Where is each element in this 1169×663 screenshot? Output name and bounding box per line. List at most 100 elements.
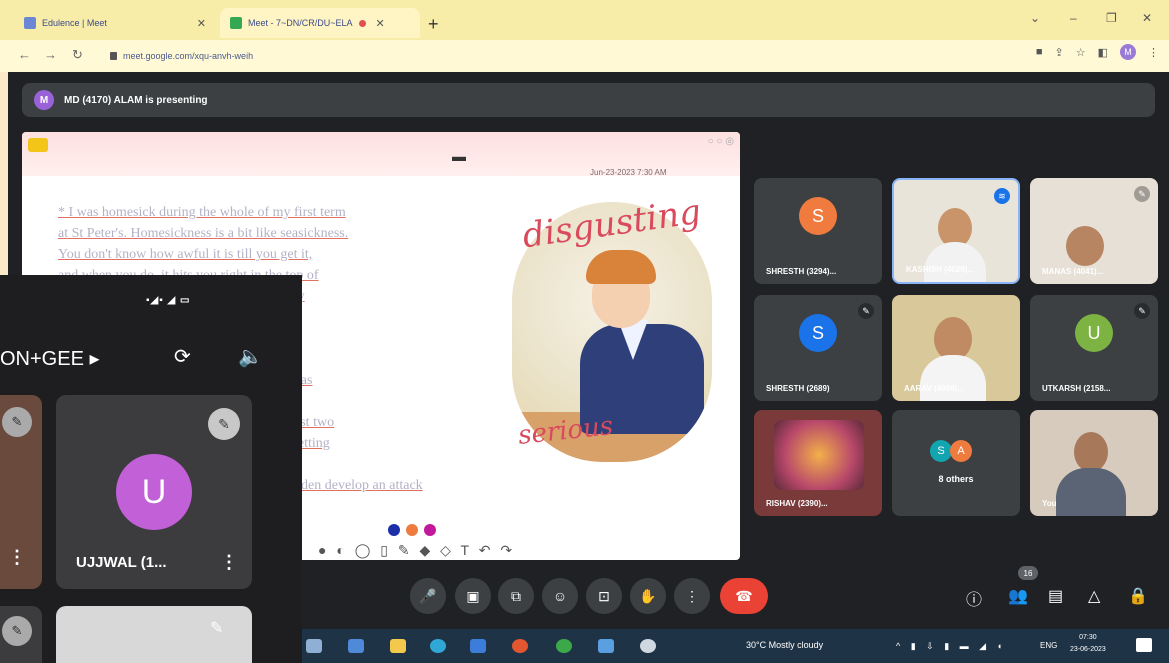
task-view-icon[interactable] [306, 639, 322, 653]
switch-camera-icon[interactable]: ⟳ [174, 344, 191, 369]
participant-tile[interactable]: ✎ MANAS (4041)... [1030, 178, 1158, 284]
input-language[interactable]: ENG [1040, 641, 1057, 650]
color-magenta[interactable] [424, 524, 436, 536]
tab-edulence[interactable]: Edulence | Meet ✕ [14, 8, 216, 38]
share-icon[interactable]: ⇪ [1055, 46, 1064, 59]
participant-tile[interactable]: RISHAV (2390)... [754, 410, 882, 516]
tile-menu-icon[interactable]: ⋮ [220, 552, 238, 573]
participant-tile[interactable]: ✎ U UTKARSH (2158... [1030, 295, 1158, 401]
whatsapp-icon[interactable] [556, 639, 572, 653]
participant-name: SHRESTH (3294)... [766, 267, 837, 276]
url-text: meet.google.com/xqu-anvh-weih [123, 51, 254, 61]
mic-off-icon: ✎ [208, 408, 240, 440]
participant-tile[interactable]: AARAV (4009)... [892, 295, 1020, 401]
settings-icon[interactable] [640, 639, 656, 653]
close-tab-icon[interactable]: ✕ [197, 17, 206, 30]
participant-avatar: U [116, 454, 192, 530]
participant-name: UJJWAL (1... [76, 554, 167, 571]
present-button[interactable]: ⊡ [586, 578, 622, 614]
camera-button[interactable]: ▣ [455, 578, 491, 614]
reload-icon[interactable]: ↻ [72, 47, 83, 63]
chat-icon[interactable]: ▤ [1048, 586, 1063, 606]
tile-menu-icon[interactable]: ⋮ [8, 547, 26, 568]
mic-off-icon: ✎ [2, 616, 32, 646]
maximize-icon[interactable]: ❐ [1106, 11, 1117, 25]
participant-avatar: S [799, 197, 837, 236]
color-orange[interactable] [406, 524, 418, 536]
color-blue[interactable] [388, 524, 400, 536]
people-icon[interactable]: 👥 [1008, 586, 1028, 606]
phone-participant-tile[interactable]: ✎ [0, 606, 42, 663]
mic-off-icon: ✎ [1134, 186, 1150, 202]
more-options-button[interactable]: ⋮ [674, 578, 710, 614]
others-count: 8 others [938, 474, 974, 484]
mic-off-icon: ✎ [2, 407, 32, 437]
participant-tile[interactable]: S SHRESTH (3294)... [754, 178, 882, 284]
mic-button[interactable]: 🎤 [410, 578, 446, 614]
back-icon[interactable]: ← [18, 47, 31, 62]
participant-video-body [924, 242, 986, 282]
browser-taskbar-icon[interactable] [598, 639, 614, 653]
minimize-toolbar-icon: ▬ [452, 148, 466, 164]
meet-favicon-icon [230, 17, 242, 29]
new-tab-button[interactable]: + [428, 14, 439, 35]
meeting-info-icon[interactable]: ⓘ [966, 586, 982, 610]
minimize-icon[interactable]: – [1070, 11, 1077, 25]
mic-off-icon: ✎ [858, 303, 874, 319]
profile-avatar[interactable]: M [1120, 44, 1136, 60]
participant-name: AARAV (4009)... [904, 384, 964, 393]
tab-search-icon[interactable]: ⌄ [1030, 11, 1040, 25]
close-tab-icon[interactable]: ✕ [376, 17, 385, 30]
notifications-icon[interactable] [1136, 638, 1152, 652]
speaker-icon[interactable]: 🔈 [238, 344, 263, 369]
menu-kebab-icon[interactable]: ⋮ [1148, 46, 1159, 59]
others-tile[interactable]: S A 8 others [892, 410, 1020, 516]
url-field[interactable]: meet.google.com/xqu-anvh-weih [110, 46, 970, 66]
close-window-icon[interactable]: ✕ [1142, 11, 1152, 25]
bookmark-star-icon[interactable]: ☆ [1076, 46, 1086, 59]
clock-date: 23-06-2023 [1070, 646, 1106, 653]
participant-name: UTKARSH (2158... [1042, 384, 1111, 393]
taskbar-clock[interactable]: 07:30 23-06-2023 [1070, 632, 1106, 656]
weather-widget[interactable]: 30°C Mostly cloudy [746, 640, 823, 650]
captions-button[interactable]: ⧉ [498, 578, 534, 614]
participant-name: MANAS (4041)... [1042, 267, 1104, 276]
activities-icon[interactable]: △ [1088, 586, 1100, 606]
host-controls-icon[interactable]: 🔒 [1128, 586, 1148, 606]
passage-line: * I was homesick during the whole of my … [58, 205, 346, 220]
participant-avatar: U [1075, 314, 1113, 353]
raise-hand-button[interactable]: ✋ [630, 578, 666, 614]
lock-icon [110, 52, 117, 60]
participant-avatar: S [930, 440, 952, 462]
participant-video-body [1056, 468, 1126, 516]
presenting-text: MD (4170) ALAM is presenting [64, 94, 208, 106]
annotation-toolbar[interactable]: ● ◐ ◯ ▯ ✎ ◆ ◇ T ↶ ↷ [318, 542, 515, 559]
tab-meet[interactable]: Meet - 7~DN/CR/DU~ELA ✕ [220, 8, 420, 38]
recording-dot-icon [358, 19, 366, 27]
phone-participant-tile[interactable]: ✎ [56, 606, 252, 663]
participant-name: SHRESTH (2689) [766, 384, 830, 393]
participant-video-body [920, 355, 986, 401]
forward-icon[interactable]: → [44, 47, 57, 62]
phone-meeting-title[interactable]: ON+GEE ▸ [0, 346, 100, 371]
participant-tile[interactable]: ✎ S SHRESTH (2689) [754, 295, 882, 401]
participant-tile[interactable]: ≋ KASHISH (4029)... [892, 178, 1020, 284]
participant-name: RISHAV (2390)... [766, 499, 828, 508]
passage-line: You don't know how awful it is till you … [58, 247, 313, 262]
windows-taskbar [290, 629, 1169, 663]
slide-date: Jun-23-2023 7:30 AM [590, 168, 667, 177]
system-tray-icons[interactable]: ^ ▮ ⇩ ▮ ▬ ◢ ◖ [896, 641, 1006, 652]
phone-participant-tile[interactable]: ✎ ⋮ [0, 395, 42, 589]
camera-in-use-icon[interactable]: ■ [1036, 46, 1043, 58]
file-explorer-icon[interactable] [390, 639, 406, 653]
participant-name: KASHISH (4029)... [906, 265, 975, 274]
emoji-button[interactable]: ☺ [542, 578, 578, 614]
edge-icon[interactable] [430, 639, 446, 653]
mail-icon[interactable] [470, 639, 486, 653]
participant-tile[interactable]: You [1030, 410, 1158, 516]
tab-label: Meet - 7~DN/CR/DU~ELA [248, 18, 353, 28]
powerpoint-icon[interactable] [512, 639, 528, 653]
leave-call-button[interactable]: ☎ [720, 578, 768, 614]
store-icon[interactable] [348, 639, 364, 653]
sidepanel-icon[interactable]: ◧ [1098, 46, 1108, 59]
